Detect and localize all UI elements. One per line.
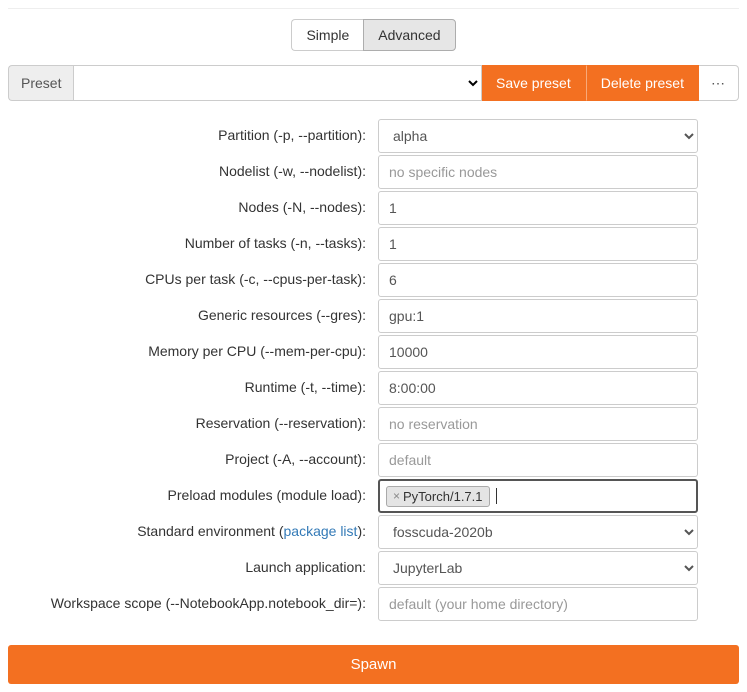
more-button[interactable]: ⋯ bbox=[699, 65, 739, 101]
cpus-label: CPUs per task (-c, --cpus-per-task): bbox=[8, 270, 378, 290]
env-select[interactable]: fosscuda-2020b bbox=[378, 515, 698, 549]
partition-select[interactable]: alpha bbox=[378, 119, 698, 153]
close-icon[interactable]: × bbox=[393, 489, 400, 503]
preset-bar: Preset Save preset Delete preset ⋯ bbox=[8, 65, 739, 101]
time-label: Runtime (-t, --time): bbox=[8, 378, 378, 398]
mode-tabs: Simple Advanced bbox=[8, 19, 739, 51]
nodelist-input[interactable] bbox=[378, 155, 698, 189]
module-tag[interactable]: × PyTorch/1.7.1 bbox=[386, 486, 490, 507]
mem-label: Memory per CPU (--mem-per-cpu): bbox=[8, 342, 378, 362]
cpus-input[interactable] bbox=[378, 263, 698, 297]
tab-advanced[interactable]: Advanced bbox=[363, 19, 455, 51]
nodes-input[interactable] bbox=[378, 191, 698, 225]
reservation-label: Reservation (--reservation): bbox=[8, 414, 378, 434]
gres-label: Generic resources (--gres): bbox=[8, 306, 378, 326]
mem-input[interactable] bbox=[378, 335, 698, 369]
env-label: Standard environment (package list): bbox=[8, 522, 378, 542]
preset-select[interactable] bbox=[73, 65, 482, 101]
preset-label: Preset bbox=[8, 65, 73, 101]
modules-input[interactable]: × PyTorch/1.7.1 bbox=[378, 479, 698, 513]
save-preset-button[interactable]: Save preset bbox=[482, 65, 586, 101]
launch-label: Launch application: bbox=[8, 558, 378, 578]
module-tag-label: PyTorch/1.7.1 bbox=[403, 489, 483, 504]
time-input[interactable] bbox=[378, 371, 698, 405]
spawn-button[interactable]: Spawn bbox=[8, 645, 739, 684]
reservation-input[interactable] bbox=[378, 407, 698, 441]
modules-label: Preload modules (module load): bbox=[8, 486, 378, 506]
tasks-label: Number of tasks (-n, --tasks): bbox=[8, 234, 378, 254]
tasks-input[interactable] bbox=[378, 227, 698, 261]
package-list-link[interactable]: package list bbox=[284, 523, 358, 539]
gres-input[interactable] bbox=[378, 299, 698, 333]
delete-preset-button[interactable]: Delete preset bbox=[586, 65, 699, 101]
launch-select[interactable]: JupyterLab bbox=[378, 551, 698, 585]
text-cursor bbox=[496, 488, 497, 504]
nodelist-label: Nodelist (-w, --nodelist): bbox=[8, 162, 378, 182]
partition-label: Partition (-p, --partition): bbox=[8, 126, 378, 146]
project-input[interactable] bbox=[378, 443, 698, 477]
workspace-input[interactable] bbox=[378, 587, 698, 621]
tab-simple[interactable]: Simple bbox=[291, 19, 363, 51]
project-label: Project (-A, --account): bbox=[8, 450, 378, 470]
workspace-label: Workspace scope (--NotebookApp.notebook_… bbox=[8, 594, 378, 614]
nodes-label: Nodes (-N, --nodes): bbox=[8, 198, 378, 218]
